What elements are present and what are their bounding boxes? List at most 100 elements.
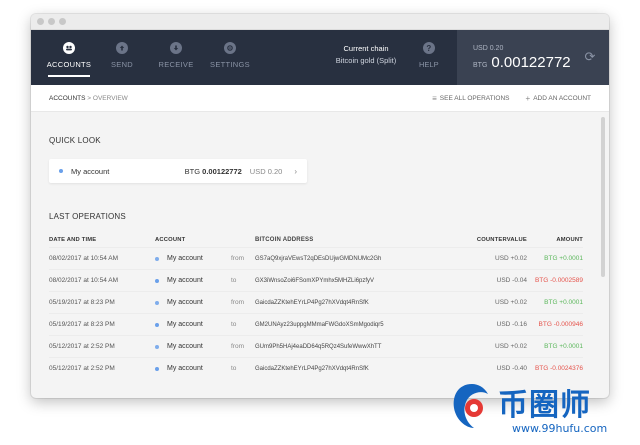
row-date: 05/12/2017 at 2:52 PM [49, 343, 115, 350]
row-amount: BTG -0.0002589 [534, 277, 583, 284]
row-countervalue: USD -0.04 [496, 277, 527, 284]
row-amount: BTG +0.0001 [544, 255, 583, 262]
table-body: 08/02/2017 at 10:54 AM My account from GS7a… [49, 247, 583, 379]
row-account: My account [155, 365, 231, 372]
send-icon [116, 42, 128, 54]
row-date: 08/02/2017 at 10:54 AM [49, 277, 119, 284]
row-account: My account [155, 299, 231, 306]
row-direction: to [231, 365, 237, 372]
total-balance: USD 0.20 BTG 0.00122772 ⟳ [457, 30, 609, 85]
col-amount: AMOUNT [556, 237, 583, 243]
plus-icon: + [525, 93, 531, 103]
nav-accounts[interactable]: ACCOUNTS [45, 30, 93, 85]
row-direction: from [231, 343, 244, 350]
account-card-name: My account [71, 166, 110, 176]
row-account-name: My account [167, 365, 203, 372]
active-tab-indicator [48, 75, 90, 77]
breadcrumb-separator: > [87, 94, 92, 102]
balance-value: 0.00122772 [491, 54, 571, 71]
breadcrumb: ACCOUNTS > OVERVIEW [49, 95, 416, 102]
row-address[interactable]: GX3iWnsoZoi6FSomXPYmhx5MHZLi6pzfyV [255, 278, 445, 284]
nav-accounts-label: ACCOUNTS [46, 60, 92, 69]
account-card-value: 0.00122772 [202, 166, 242, 176]
nav-send[interactable]: SEND [97, 30, 147, 85]
col-date: DATE AND TIME [49, 237, 97, 243]
watermark-logo-icon [453, 384, 488, 428]
account-bullet [155, 300, 159, 305]
row-address[interactable]: GUm9Ph5HAj4eaDD64q5RQz4SufeWwwXhTT [255, 344, 445, 350]
quick-look-title: QUICK LOOK [49, 136, 101, 145]
app-window: ACCOUNTS SEND RECEIVE SETTINGS Current c… [31, 14, 609, 398]
table-row[interactable]: 08/02/2017 at 10:54 AM My account from GS7a… [49, 247, 583, 269]
table-row[interactable]: 05/19/2017 at 8:23 PM My account from Gaicd… [49, 291, 583, 313]
refresh-icon[interactable]: ⟳ [583, 50, 597, 64]
see-all-operations-button[interactable]: ≡ SEE ALL OPERATIONS [432, 94, 509, 103]
breadcrumb-current: OVERVIEW [92, 94, 128, 102]
title-bar [31, 14, 609, 30]
col-countervalue: COUNTERVALUE [476, 237, 527, 243]
list-icon: ≡ [432, 93, 437, 103]
row-account-name: My account [167, 299, 203, 306]
row-direction: to [231, 277, 237, 284]
row-account-name: My account [167, 321, 203, 328]
col-account: ACCOUNT [155, 237, 186, 243]
current-chain-label: Current chain [343, 44, 389, 53]
row-date: 05/19/2017 at 8:23 PM [49, 321, 115, 328]
settings-icon [224, 42, 236, 54]
row-countervalue: USD -0.40 [496, 365, 527, 372]
row-address[interactable]: GaicdaZZKtehEYrLP4Pg27hXVdqt4RnSfK [255, 366, 445, 372]
table-row[interactable]: 05/19/2017 at 8:23 PM My account to GM2UNAy… [49, 313, 583, 335]
help-label: HELP [419, 60, 439, 69]
row-amount: BTG -0.000946 [538, 321, 583, 328]
zoom-window-button[interactable] [59, 18, 66, 25]
row-address[interactable]: GaicdaZZKtehEYrLP4Pg27hXVdqt4RnSfK [255, 300, 445, 306]
row-address[interactable]: GM2UNAyz23uppgMMmaFWGdoXSmMgodiqr5 [255, 322, 445, 328]
account-card-balance: BTG 0.00122772 [185, 167, 242, 176]
account-bullet [59, 169, 63, 173]
row-direction: to [231, 321, 237, 328]
row-account: My account [155, 255, 231, 262]
row-countervalue: USD -0.16 [496, 321, 527, 328]
watermark-url: www.99hufu.com [512, 422, 608, 435]
row-countervalue: USD +0.02 [495, 343, 527, 350]
row-account: My account [155, 321, 231, 328]
top-navigation-bar: ACCOUNTS SEND RECEIVE SETTINGS Current c… [31, 30, 609, 85]
nav-receive[interactable]: RECEIVE [151, 30, 201, 85]
table-row[interactable]: 08/02/2017 at 10:54 AM My account to GX3iWn… [49, 269, 583, 291]
row-amount: BTG +0.0001 [544, 343, 583, 350]
accounts-icon [63, 42, 75, 54]
account-card[interactable]: My account BTG 0.00122772 USD 0.20 › [49, 159, 307, 183]
nav-settings-label: SETTINGS [210, 60, 250, 69]
nav-settings[interactable]: SETTINGS [205, 30, 255, 85]
row-direction: from [231, 299, 244, 306]
main-content: QUICK LOOK My account BTG 0.00122772 USD… [31, 112, 601, 398]
breadcrumb-root[interactable]: ACCOUNTS [49, 95, 85, 102]
account-card-fiat: USD 0.20 [249, 166, 283, 176]
current-chain[interactable]: Current chain Bitcoin gold (Split) [331, 43, 401, 67]
chevron-right-icon: › [294, 166, 297, 176]
row-account-name: My account [167, 255, 203, 262]
account-card-unit: BTG [184, 166, 201, 176]
operations-table: DATE AND TIME ACCOUNT BITCOIN ADDRESS CO… [49, 233, 583, 379]
add-account-button[interactable]: + ADD AN ACCOUNT [526, 94, 591, 103]
scrollbar[interactable] [601, 117, 605, 277]
nav-receive-label: RECEIVE [158, 60, 194, 69]
current-chain-value: Bitcoin gold (Split) [335, 56, 397, 65]
see-all-operations-label: SEE ALL OPERATIONS [439, 94, 510, 102]
row-countervalue: USD +0.02 [495, 255, 527, 262]
account-bullet [155, 256, 159, 261]
row-amount: BTG -0.0024376 [534, 365, 583, 372]
table-row[interactable]: 05/12/2017 at 2:52 PM My account from GUm9P… [49, 335, 583, 357]
row-amount: BTG +0.0001 [544, 299, 583, 306]
row-date: 05/12/2017 at 2:52 PM [49, 365, 115, 372]
balance-unit: BTG [473, 62, 488, 69]
main-nav: ACCOUNTS SEND RECEIVE SETTINGS [31, 30, 255, 85]
receive-icon [170, 42, 182, 54]
close-window-button[interactable] [37, 18, 44, 25]
minimize-window-button[interactable] [48, 18, 55, 25]
help-button[interactable]: ? HELP [419, 42, 439, 69]
row-address[interactable]: GS7aQ9xjraVEwsT2qDEsDUjwGMDNUMc2Gh [255, 256, 445, 262]
account-bullet [155, 366, 159, 371]
row-date: 08/02/2017 at 10:54 AM [49, 255, 119, 262]
watermark: 币圈师 www.99hufu.com [448, 376, 638, 442]
